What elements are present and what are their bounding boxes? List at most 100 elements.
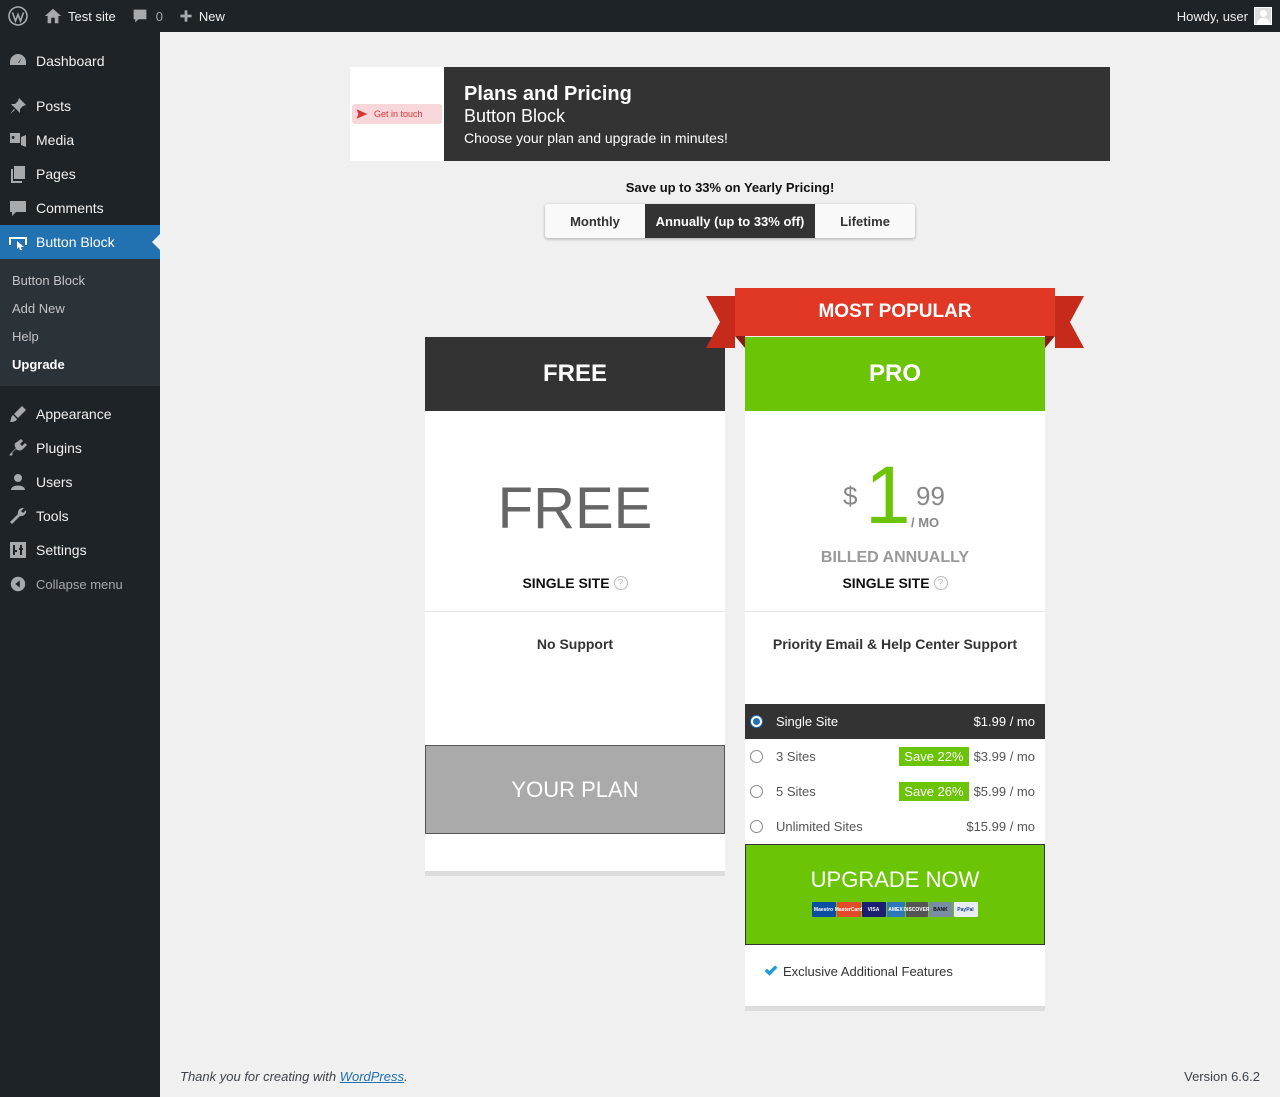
new-content-link[interactable]: New [171, 0, 233, 32]
menu-appearance[interactable]: Appearance [0, 397, 160, 431]
comments-link[interactable]: 0 [124, 0, 171, 32]
user-icon [0, 472, 36, 492]
pro-plan-title: PRO [745, 337, 1045, 411]
wordpress-link[interactable]: WordPress [340, 1069, 404, 1084]
option-label: 3 Sites [776, 749, 816, 764]
license-radio[interactable] [750, 715, 763, 728]
license-radio[interactable] [750, 820, 763, 833]
discover-icon: DISCOVER [903, 902, 930, 917]
my-account[interactable]: Howdy, user [1177, 7, 1280, 25]
submenu-add-new[interactable]: Add New [0, 294, 160, 322]
amex-icon: AMEX [886, 902, 905, 917]
collapse-icon [0, 575, 36, 593]
license-option-single-site[interactable]: Single Site $1.99 / mo [745, 704, 1045, 739]
your-plan-button[interactable]: YOUR PLAN [425, 745, 725, 834]
checkmark-icon [764, 965, 778, 976]
free-plan-title: FREE [425, 337, 725, 411]
maestro-icon: Maestro [811, 902, 836, 917]
header-text: Plans and Pricing Button Block Choose yo… [444, 67, 748, 161]
option-label: Unlimited Sites [776, 819, 863, 834]
billing-monthly-button[interactable]: Monthly [545, 204, 645, 238]
menu-label: Tools [36, 508, 69, 524]
menu-users[interactable]: Users [0, 465, 160, 499]
option-price: $3.99 / mo [973, 749, 1035, 764]
site-name-link[interactable]: Test site [36, 0, 124, 32]
free-plan-support: No Support [536, 636, 614, 652]
license-radio[interactable] [750, 785, 763, 798]
comment-icon [133, 9, 147, 23]
payment-methods: Maestro MasterCard VISA AMEX DISCOVER BA… [811, 902, 979, 917]
mastercard-icon: MasterCard [835, 902, 862, 917]
free-plan-sites: SINGLE SITE ? [425, 575, 725, 591]
plugin-name: Button Block [464, 106, 566, 126]
footer-thanks-text: Thank you for creating with [180, 1069, 340, 1084]
billing-annual-button[interactable]: Annually (up to 33% off) [645, 204, 815, 238]
submenu-button-block[interactable]: Button Block [0, 266, 160, 294]
price-currency: $ [843, 481, 858, 511]
visa-icon: VISA [861, 902, 886, 917]
menu-posts[interactable]: Posts [0, 89, 160, 123]
menu-settings[interactable]: Settings [0, 533, 160, 567]
bank-icon: BANK [928, 902, 953, 917]
submenu-upgrade[interactable]: Upgrade [0, 350, 160, 378]
divider [745, 611, 1045, 612]
license-option-3-sites[interactable]: 3 Sites Save 22% $3.99 / mo [745, 739, 1045, 774]
upgrade-now-button[interactable]: UPGRADE NOW Maestro MasterCard VISA AMEX… [745, 844, 1045, 945]
menu-button-block[interactable]: Button Block [0, 225, 160, 259]
license-radio[interactable] [750, 750, 763, 763]
button-icon [0, 232, 36, 252]
menu-label: Appearance [36, 406, 112, 422]
price-integer: 1 [865, 450, 911, 541]
plugin-header: Get in touch Plans and Pricing Button Bl… [350, 67, 1110, 161]
button-block-submenu: Button Block Add New Help Upgrade [0, 259, 160, 386]
collapse-label: Collapse menu [36, 576, 123, 592]
sites-label: SINGLE SITE [522, 575, 610, 591]
pin-icon [0, 96, 36, 116]
thumbnail-button-preview: Get in touch [352, 104, 442, 124]
menu-label: Posts [36, 98, 72, 114]
option-price: $15.99 / mo [966, 819, 1035, 834]
media-icon [0, 130, 36, 150]
billing-lifetime-button[interactable]: Lifetime [815, 204, 915, 238]
menu-label: Comments [36, 200, 104, 216]
menu-pages[interactable]: Pages [0, 157, 160, 191]
plug-icon [0, 438, 36, 458]
sites-label: SINGLE SITE [842, 575, 930, 591]
license-option-5-sites[interactable]: 5 Sites Save 26% $5.99 / mo [745, 774, 1045, 809]
menu-label: Plugins [36, 440, 82, 456]
wordpress-logo-icon [8, 6, 28, 26]
menu-dashboard[interactable]: Dashboard [0, 44, 160, 78]
menu-tools[interactable]: Tools [0, 499, 160, 533]
pro-plan-support: Priority Email & Help Center Support [772, 636, 1018, 652]
feature-label: Exclusive Additional Features [783, 963, 953, 979]
license-option-unlimited[interactable]: Unlimited Sites $15.99 / mo [745, 809, 1045, 844]
submenu-help[interactable]: Help [0, 322, 160, 350]
pro-plan-card: PRO $ 1 99 / MO BILLED ANNUALLY SINGLE S… [745, 337, 1045, 1011]
menu-comments[interactable]: Comments [0, 191, 160, 225]
menu-label: Button Block [36, 234, 115, 250]
collapse-menu-button[interactable]: Collapse menu [0, 567, 160, 601]
menu-label: Media [36, 132, 75, 148]
price-period: / MO [911, 515, 940, 530]
wrench-icon [0, 506, 36, 526]
plugin-thumbnail: Get in touch [350, 67, 444, 161]
option-label: Single Site [776, 714, 839, 729]
wordpress-logo-button[interactable] [0, 0, 36, 32]
main-content: Get in touch Plans and Pricing Button Bl… [160, 32, 1280, 1097]
brush-icon [0, 404, 36, 424]
menu-label: Pages [36, 166, 76, 182]
option-price: $5.99 / mo [973, 784, 1035, 799]
footer-version: Version 6.6.2 [1184, 1069, 1260, 1084]
menu-label: Users [36, 474, 73, 490]
help-icon[interactable]: ? [933, 576, 948, 590]
menu-plugins[interactable]: Plugins [0, 431, 160, 465]
thumbnail-text: Get in touch [374, 109, 423, 119]
help-icon[interactable]: ? [613, 576, 628, 590]
dashboard-icon [0, 51, 36, 71]
savings-badge: Save 26% [899, 782, 969, 801]
plus-icon [180, 10, 192, 22]
howdy-text: Howdy, user [1176, 8, 1248, 24]
savings-badge: Save 22% [899, 747, 969, 766]
billing-cycle-toggle: Monthly Annually (up to 33% off) Lifetim… [545, 204, 915, 238]
menu-media[interactable]: Media [0, 123, 160, 157]
